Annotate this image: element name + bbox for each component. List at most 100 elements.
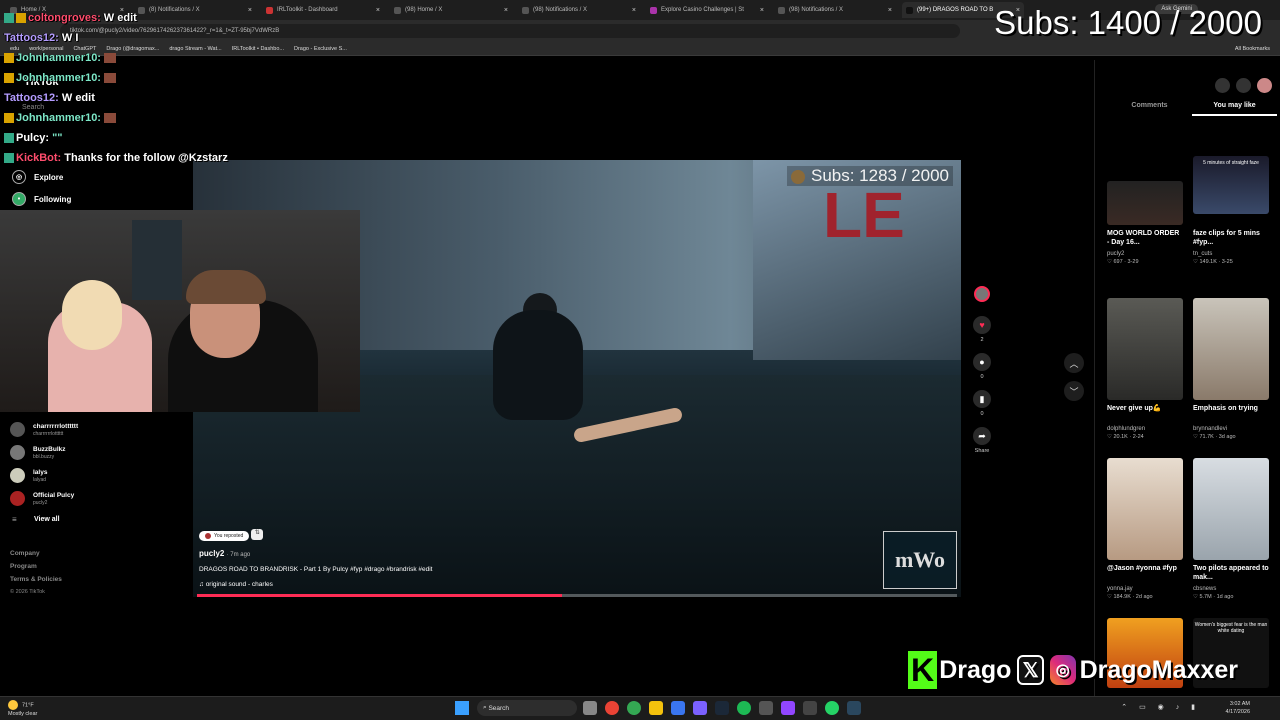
bookmark-action[interactable]: ▮ 0 [970, 390, 994, 417]
progress-fill [197, 594, 562, 597]
clock[interactable]: 3:02 AM 4/17/2026 [1226, 700, 1250, 716]
task-view-icon[interactable] [583, 701, 597, 715]
comment-action[interactable]: ● 0 [970, 353, 994, 380]
chat-message: Tattoos12: W I [4, 32, 79, 44]
suggested-video[interactable]: MOG WORLD ORDER - Day 16... pucly2 ♡ 697… [1107, 166, 1183, 265]
close-icon[interactable]: × [632, 7, 636, 14]
video-author[interactable]: pucly2 · 7m ago [199, 549, 433, 558]
footer-program[interactable]: Program [10, 563, 62, 576]
video-thumbnail [1193, 458, 1269, 560]
chat-message: Johnhammer10: [4, 68, 228, 88]
windows-taskbar: 71°F Mostly clear ⌕ Search ⌃ ▭ ◉ ♪ ▮ 3:02… [0, 696, 1280, 720]
twitch-icon[interactable] [781, 701, 795, 715]
following-icon: • [12, 192, 26, 206]
video-progress-bar[interactable] [197, 594, 957, 597]
video-thumbnail: 5 minutes of straight faze [1193, 156, 1269, 214]
following-item[interactable]: lalys lalyad [10, 464, 180, 487]
outlook-icon[interactable] [671, 701, 685, 715]
share-icon: ➦ [973, 427, 991, 445]
file-explorer-icon[interactable] [649, 701, 663, 715]
repost-badge[interactable]: You reposted [199, 531, 250, 541]
badge-icon [4, 153, 14, 163]
video-sound[interactable]: ♫ original sound - charles [199, 581, 433, 588]
following-item[interactable]: BuzzBulkz bbl.buzzy [10, 441, 180, 464]
chrome-profile-icon[interactable] [627, 701, 641, 715]
badge-icon [4, 53, 14, 63]
badge-icon [4, 73, 14, 83]
video-thumbnail [1107, 458, 1183, 560]
badge-icon [4, 133, 14, 143]
avatar[interactable] [1257, 78, 1272, 93]
tab-favicon-icon [522, 6, 529, 14]
weather-widget[interactable]: 71°F Mostly clear [8, 700, 37, 718]
steam-icon[interactable] [715, 701, 729, 715]
heart-icon: ♥ [973, 316, 991, 334]
spotify-icon[interactable] [737, 701, 751, 715]
suggested-video[interactable]: Two pilots appeared to mak... cbsnews ♡ … [1193, 458, 1269, 600]
footer-terms[interactable]: Terms & Policies [10, 576, 62, 589]
browser-tab[interactable]: Explore Casino Challenges | St × [646, 2, 768, 18]
emote-icon [103, 53, 116, 63]
instagram-logo-icon: ◎ [1049, 655, 1076, 685]
chat-message: Tattoos12: W edit [4, 92, 95, 104]
bookmark[interactable]: IRLToolkit • Dashbo... [232, 46, 284, 52]
person-figure [493, 310, 583, 420]
suggested-video[interactable]: Never give up💪 dolphlundgren ♡ 20.1K · 2… [1107, 298, 1183, 440]
close-icon[interactable]: × [248, 7, 252, 14]
all-bookmarks-button[interactable]: All Bookmarks [1235, 46, 1270, 52]
nav-explore[interactable]: ◎ Explore [6, 166, 186, 188]
settings-icon[interactable] [1215, 78, 1230, 93]
badge-icon [4, 113, 14, 123]
tab-favicon-icon [650, 6, 657, 14]
discord-icon[interactable] [693, 701, 707, 715]
following-item[interactable]: Official Pulcy pucly2 [10, 487, 180, 510]
tab-you-may-like[interactable]: You may like [1192, 102, 1277, 116]
bookmark[interactable]: Drago - Exclusive S... [294, 46, 347, 52]
avatar [10, 445, 25, 460]
close-icon[interactable]: × [376, 7, 380, 14]
device-icon[interactable] [1236, 78, 1251, 93]
browser-tab[interactable]: (98) Notifications / X × [774, 2, 896, 18]
chevron-up-icon[interactable]: ︿ [1064, 353, 1084, 373]
close-icon[interactable]: × [760, 7, 764, 14]
app-icon[interactable] [759, 701, 773, 715]
nav-following[interactable]: • Following [6, 188, 186, 210]
chat-message: Pulcy: "" [4, 128, 228, 148]
x-logo-icon: 𝕏 [1017, 655, 1044, 685]
system-tray-icons[interactable]: ⌃ ▭ ◉ ♪ ▮ [1121, 703, 1200, 711]
app-icon[interactable] [803, 701, 817, 715]
footer-company[interactable]: Company [10, 550, 62, 563]
following-item[interactable]: charrrrrrlotttttt charrrrrrlotttttt [10, 418, 180, 441]
browser-tab[interactable]: (98) Home / X × [390, 2, 512, 18]
like-action[interactable]: ♥ 2 [970, 316, 994, 343]
suggested-video[interactable]: @Jason #yonna #fyp yonna.jay ♡ 184.9K · … [1107, 458, 1183, 600]
list-icon: ≡ [12, 514, 17, 524]
chevron-down-icon[interactable]: ﹀ [1064, 381, 1084, 401]
coin-icon [790, 169, 805, 184]
right-panel: Comments You may like MOG WORLD ORDER - … [1094, 60, 1280, 700]
suggested-video[interactable]: 5 minutes of straight faze faze clips fo… [1193, 156, 1269, 265]
creator-avatar[interactable] [974, 286, 990, 302]
share-action[interactable]: ➦ Share [970, 427, 994, 454]
browser-tab[interactable]: (98) Notifications / X × [518, 2, 640, 18]
suggested-video[interactable]: Emphasis on trying brynnandlevi ♡ 71.7K … [1193, 298, 1269, 440]
view-all-button[interactable]: ≡ View all [10, 510, 180, 528]
tab-comments[interactable]: Comments [1107, 102, 1192, 116]
windows-start-icon[interactable] [455, 701, 469, 715]
bookmark-icon: ▮ [973, 390, 991, 408]
video-thumbnail [1107, 298, 1183, 400]
avatar [10, 491, 25, 506]
steam-icon[interactable] [847, 701, 861, 715]
video-subs-overlay: Subs: 1283 / 2000 [786, 166, 953, 186]
chrome-icon[interactable] [605, 701, 619, 715]
browser-tab[interactable]: IRLToolkit - Dashboard × [262, 2, 384, 18]
video-actions: ♥ 2 ● 0 ▮ 0 ➦ Share [970, 286, 994, 464]
close-icon[interactable]: × [888, 7, 892, 14]
whatsapp-icon[interactable] [825, 701, 839, 715]
tab-favicon-icon [394, 6, 401, 14]
taskbar-search[interactable]: ⌕ Search [477, 700, 577, 716]
copyright: © 2026 TikTok [10, 589, 45, 595]
close-icon[interactable]: × [504, 7, 508, 14]
music-note-icon: ♫ [199, 581, 206, 588]
repost-icon[interactable]: ⇅ [251, 529, 264, 541]
